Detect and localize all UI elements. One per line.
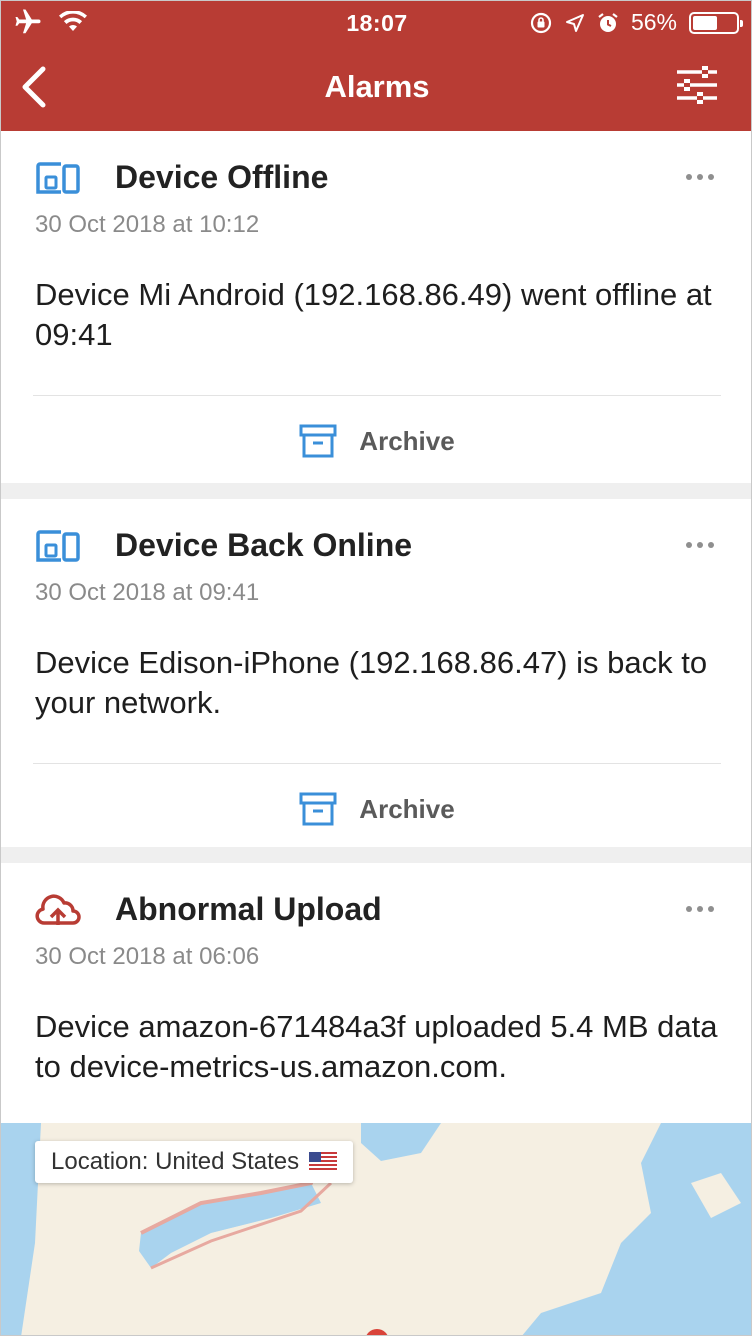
location-text: Location: United States — [51, 1148, 300, 1175]
status-bar: 18:07 56% — [1, 1, 751, 45]
alarm-timestamp: 30 Oct 2018 at 09:41 — [35, 579, 260, 606]
archive-icon — [299, 792, 337, 826]
archive-button[interactable]: Archive — [1, 765, 751, 853]
devices-icon — [36, 162, 80, 194]
battery-icon — [689, 11, 743, 34]
app-screen: 18:07 56% Alarms Device Offline 30 Oct 2… — [0, 0, 752, 1336]
card-divider — [33, 763, 721, 764]
filter-settings-button[interactable] — [675, 65, 719, 105]
alarm-description: Device Mi Android (192.168.86.49) went o… — [35, 277, 712, 352]
app-header: 18:07 56% Alarms — [1, 1, 751, 131]
card-divider — [33, 395, 721, 396]
alarm-clock-icon — [598, 12, 618, 32]
more-options-button[interactable] — [685, 171, 715, 183]
more-options-button[interactable] — [685, 903, 715, 915]
location-map[interactable]: Location: United States — [1, 1123, 751, 1335]
location-arrow-icon — [565, 13, 584, 32]
status-right: 56% — [529, 9, 743, 36]
orientation-lock-icon — [530, 12, 552, 33]
page-title: Alarms — [324, 69, 430, 104]
alarm-card: Abnormal Upload 30 Oct 2018 at 06:06 Dev… — [1, 863, 751, 1123]
archive-button[interactable]: Archive — [1, 397, 751, 485]
alarm-title: Device Offline — [115, 159, 329, 195]
us-flag-icon — [309, 1152, 338, 1172]
alarm-description: Device Edison-iPhone (192.168.86.47) is … — [35, 645, 708, 720]
archive-icon — [299, 424, 337, 458]
battery-percent: 56% — [630, 9, 677, 35]
battery-level-fill — [693, 15, 717, 30]
alarm-card: Device Offline 30 Oct 2018 at 10:12 Devi… — [1, 131, 751, 485]
alarm-title: Device Back Online — [115, 527, 413, 563]
location-label: Location: United States — [35, 1141, 354, 1183]
more-options-button[interactable] — [685, 539, 715, 551]
nav-bar: Alarms — [1, 45, 751, 131]
archive-label: Archive — [359, 793, 455, 824]
alarm-description: Device amazon-671484a3f uploaded 5.4 MB … — [35, 1009, 718, 1084]
cloud-upload-icon — [35, 894, 81, 925]
devices-icon — [36, 530, 80, 562]
alarm-title: Abnormal Upload — [115, 891, 382, 927]
alarm-timestamp: 30 Oct 2018 at 06:06 — [35, 943, 260, 970]
archive-label: Archive — [359, 425, 455, 456]
alarm-card: Device Back Online 30 Oct 2018 at 09:41 … — [1, 499, 751, 847]
alarm-timestamp: 30 Oct 2018 at 10:12 — [35, 211, 260, 238]
